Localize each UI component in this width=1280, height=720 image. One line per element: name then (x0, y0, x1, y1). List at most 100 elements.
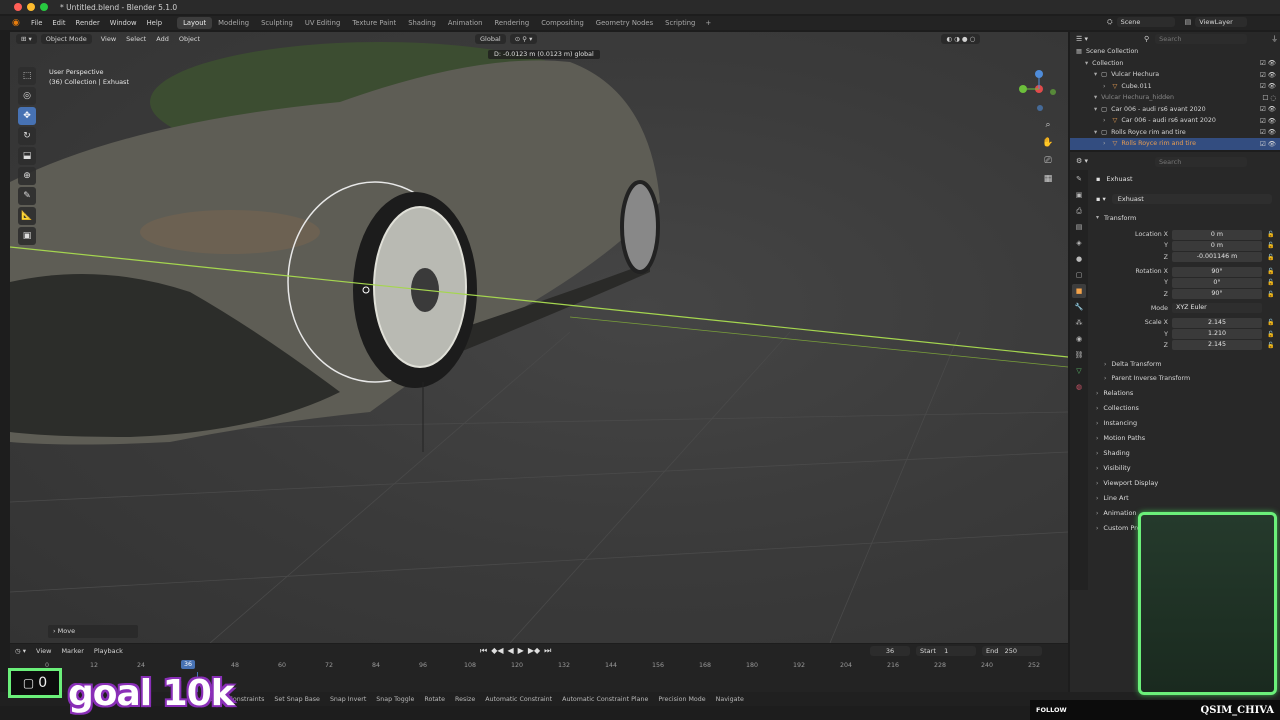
view-layer-field[interactable]: ViewLayer (1195, 17, 1248, 27)
cursor-tool-icon[interactable]: ◎ (18, 87, 36, 105)
render-tab-icon[interactable]: ▣ (1072, 188, 1086, 202)
transform-tool-icon[interactable]: ⊕ (18, 167, 36, 185)
expand-arrow-icon[interactable]: › (1103, 83, 1106, 90)
timeline-editor-icon[interactable]: ◷ ▾ (10, 647, 31, 655)
menu-file[interactable]: File (26, 19, 47, 27)
tab-layout[interactable]: Layout (177, 17, 213, 29)
output-tab-icon[interactable]: ⎙ (1072, 204, 1086, 218)
camera-view-icon[interactable]: ⎚ (1041, 154, 1055, 168)
pivot-snap-icons[interactable]: ⊙ ⚲ ▾ (509, 34, 538, 44)
shading-mode-buttons[interactable]: ◐ ◑ ● ○ (941, 34, 981, 44)
tab-geometry-nodes[interactable]: Geometry Nodes (590, 17, 659, 29)
viewport-menu-view[interactable]: View (96, 35, 121, 43)
expand-arrow-icon[interactable]: ▾ (1094, 94, 1097, 101)
tab-texture-paint[interactable]: Texture Paint (346, 17, 402, 29)
prev-keyframe-icon[interactable]: ◆◀ (491, 646, 503, 656)
data-tab-icon[interactable]: ▽ (1072, 364, 1086, 378)
lock-icon[interactable]: 🔓 (1267, 254, 1274, 261)
scale-tool-icon[interactable]: ⬓ (18, 147, 36, 165)
viewport-menu-object[interactable]: Object (174, 35, 205, 43)
outliner-search-input[interactable]: Search (1155, 34, 1248, 44)
outliner-row[interactable]: › ▽ Rolls Royce rim and tire ☑ 👁 (1070, 138, 1280, 150)
panel-relations[interactable]: › Relations (1092, 386, 1278, 401)
filter-icon[interactable]: ⚲ (1144, 35, 1149, 43)
outliner-row[interactable]: › ▽ Car 006 - audi rs6 avant 2020 ☑ 👁 (1070, 115, 1280, 127)
minimize-window-button[interactable] (27, 3, 35, 11)
panel-collections[interactable]: › Collections (1092, 401, 1278, 416)
start-frame-field[interactable]: Start 1 (916, 646, 976, 656)
menu-help[interactable]: Help (142, 19, 168, 27)
properties-editor-icon[interactable]: ⚙ ▾ (1076, 157, 1088, 165)
zoom-icon[interactable]: ⌕ (1041, 118, 1055, 132)
outliner-filter-icon[interactable]: ⏚ (1271, 34, 1278, 44)
view-layer-tab-icon[interactable]: ▤ (1072, 220, 1086, 234)
object-mode-dropdown[interactable]: Object Mode (40, 34, 92, 44)
world-tab-icon[interactable]: ● (1072, 252, 1086, 266)
outliner-row[interactable]: ▾ ▢ Vulcar Hechura ☑ 👁 (1070, 69, 1280, 81)
location-z-field[interactable]: -0.001146 m (1172, 252, 1262, 263)
visibility-toggles[interactable]: ☑ 👁 (1260, 105, 1276, 113)
close-window-button[interactable] (14, 3, 22, 11)
lock-icon[interactable]: 🔓 (1267, 331, 1274, 338)
rotation-x-field[interactable]: 90° (1172, 266, 1262, 277)
visibility-toggles[interactable]: ☑ 👁 (1260, 82, 1276, 90)
rotation-mode-dropdown[interactable]: XYZ Euler (1172, 303, 1262, 314)
lock-icon[interactable]: 🔓 (1267, 231, 1274, 238)
modifier-tab-icon[interactable]: 🔧 (1072, 300, 1086, 314)
visibility-toggles[interactable]: ☐ ◌ (1262, 94, 1276, 102)
tab-modeling[interactable]: Modeling (212, 17, 255, 29)
lock-icon[interactable]: 🔓 (1267, 291, 1274, 298)
transform-panel-header[interactable]: ▾ Transform (1092, 210, 1278, 225)
scene-tab-icon[interactable]: ◈ (1072, 236, 1086, 250)
menu-render[interactable]: Render (71, 19, 105, 27)
tab-shading[interactable]: Shading (402, 17, 442, 29)
collection-tab-icon[interactable]: ▢ (1072, 268, 1086, 282)
menu-window[interactable]: Window (105, 19, 142, 27)
pan-hand-icon[interactable]: ✋ (1041, 136, 1055, 150)
expand-arrow-icon[interactable]: ▾ (1094, 129, 1097, 136)
location-y-field[interactable]: 0 m (1172, 240, 1262, 251)
physics-tab-icon[interactable]: ◉ (1072, 332, 1086, 346)
rotation-z-field[interactable]: 90° (1172, 289, 1262, 300)
measure-tool-icon[interactable]: 📐 (18, 207, 36, 225)
lock-icon[interactable]: 🔓 (1267, 342, 1274, 349)
object-tab-icon[interactable]: ■ (1072, 284, 1086, 298)
tool-tab-icon[interactable]: ✎ (1072, 172, 1086, 186)
expand-arrow-icon[interactable]: ▾ (1094, 106, 1097, 113)
delta-transform-panel[interactable]: › Delta Transform (1092, 357, 1278, 372)
visibility-toggles[interactable]: ☑ 👁 (1260, 140, 1276, 148)
menu-edit[interactable]: Edit (47, 19, 70, 27)
visibility-toggles[interactable]: ☑ 👁 (1260, 128, 1276, 136)
annotate-tool-icon[interactable]: ✎ (18, 187, 36, 205)
expand-arrow-icon[interactable]: ▾ (1094, 71, 1097, 78)
viewport-menu-select[interactable]: Select (121, 35, 151, 43)
scale-z-field[interactable]: 2.145 (1172, 340, 1262, 351)
timeline-menu-marker[interactable]: Marker (56, 647, 88, 655)
frame-ruler[interactable]: 0 12 24 36 48 60 72 84 96 108 120 132 144 156 168 180 19… (10, 660, 1068, 672)
tab-uv-editing[interactable]: UV Editing (299, 17, 346, 29)
outliner-row[interactable]: ▦ Scene Collection (1070, 46, 1280, 58)
outliner-editor-icon[interactable]: ☰ ▾ (1076, 35, 1088, 43)
outliner-row[interactable]: ▾ ▢ Car 006 - audi rs6 avant 2020 ☑ 👁 (1070, 104, 1280, 116)
next-keyframe-icon[interactable]: ▶◆ (528, 646, 540, 656)
panel-viewport-display[interactable]: › Viewport Display (1092, 476, 1278, 491)
timeline-menu-playback[interactable]: Playback (89, 647, 128, 655)
add-workspace-button[interactable]: + (701, 19, 715, 27)
lock-icon[interactable]: 🔓 (1267, 319, 1274, 326)
tab-rendering[interactable]: Rendering (488, 17, 535, 29)
lock-icon[interactable]: 🔓 (1267, 268, 1274, 275)
editor-type-button[interactable]: ⊞ ▾ (16, 34, 37, 44)
zoom-window-button[interactable] (40, 3, 48, 11)
select-box-tool-icon[interactable]: ⬚ (18, 67, 36, 85)
parent-inverse-panel[interactable]: › Parent Inverse Transform (1092, 371, 1278, 386)
expand-arrow-icon[interactable]: › (1103, 140, 1106, 147)
outliner-row[interactable]: ▾ ▢ Rolls Royce rim and tire ☑ 👁 (1070, 127, 1280, 139)
properties-search-input[interactable]: Search (1155, 157, 1247, 167)
transform-orientation-dropdown[interactable]: Global (475, 34, 506, 44)
jump-start-icon[interactable]: ⏮ (480, 646, 487, 656)
scale-x-field[interactable]: 2.145 (1172, 317, 1262, 328)
end-frame-field[interactable]: End 250 (982, 646, 1042, 656)
play-icon[interactable]: ▶ (518, 646, 524, 656)
visibility-toggles[interactable]: ☑ 👁 (1260, 71, 1276, 79)
play-reverse-icon[interactable]: ◀ (508, 646, 514, 656)
